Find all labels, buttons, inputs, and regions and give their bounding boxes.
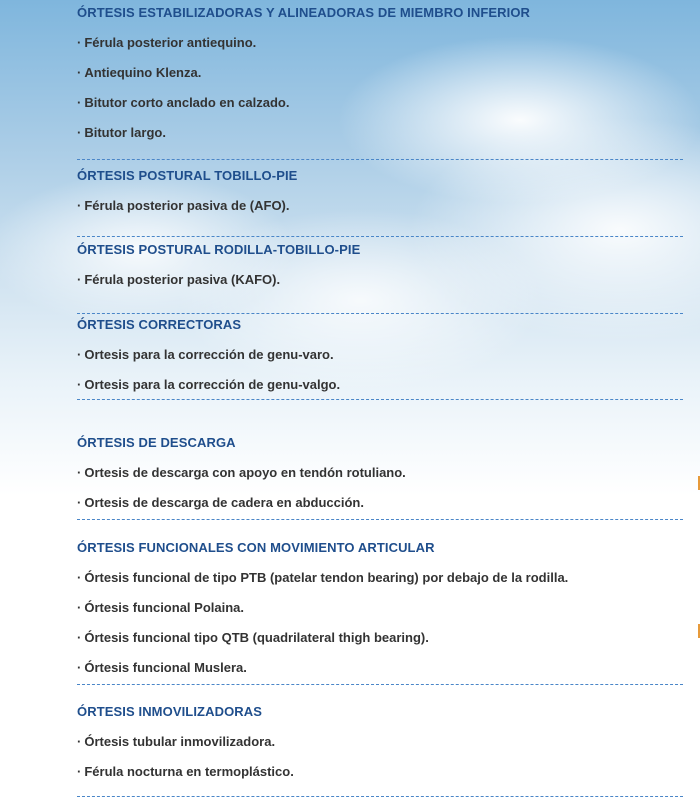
section-divider [77,159,683,160]
list-item: · Antiequino Klenza. [77,65,530,81]
bullet: · [77,764,82,779]
section-divider [77,519,683,520]
section-title: ÓRTESIS POSTURAL TOBILLO-PIE [77,168,298,183]
section-title: ÓRTESIS FUNCIONALES CON MOVIMIENTO ARTIC… [77,540,435,555]
list-item-text: Férula posterior pasiva (KAFO). [84,272,281,287]
list-item-text: Bitutor corto anclado en calzado. [84,95,290,110]
list-item: · Órtesis funcional tipo QTB (quadrilater… [77,630,568,646]
section-title: ÓRTESIS ESTABILIZADORAS Y ALINEADORAS DE… [77,5,531,20]
bullet: · [77,660,82,675]
bullet: · [77,465,82,480]
list-item: · Ortesis para la corrección de genu-varo… [77,347,340,363]
section-divider [77,796,683,797]
section-postural-tobillo-pie: ÓRTESIS POSTURAL TOBILLO-PIE · Férula pos… [77,168,297,214]
bullet: · [77,630,82,645]
list-item-text: Órtesis funcional de tipo PTB (patelar t… [84,570,569,585]
list-item-text: Férula nocturna en termoplástico. [84,764,294,779]
bullet: · [77,65,82,80]
list-item: · Ortesis de descarga de cadera en abducc… [77,495,406,511]
list-item-text: Férula posterior pasiva de (AFO). [84,198,290,213]
list-item-text: Férula posterior antiequino. [84,35,257,50]
list-item-text: Bitutor largo. [84,125,166,140]
section-inmovilizadoras: ÓRTESIS INMOVILIZADORAS · Órtesis tubular… [77,704,294,780]
bullet: · [77,495,82,510]
bullet: · [77,125,82,140]
list-item-text: Órtesis funcional Polaina. [84,600,244,615]
list-item: · Órtesis funcional de tipo PTB (patelar … [77,570,568,586]
list-item: · Órtesis funcional Polaina. [77,600,568,616]
list-item-text: Ortesis para la corrección de genu-varo. [84,347,334,362]
list-item-text: Ortesis de descarga con apoyo en tendón … [84,465,406,480]
section-correctoras: ÓRTESIS CORRECTORAS · Ortesis para la cor… [77,317,340,393]
bullet: · [77,35,82,50]
bullet: · [77,198,82,213]
list-item: · Bitutor largo. [77,125,530,141]
section-divider [77,236,683,237]
section-divider [77,313,683,314]
list-item-text: Órtesis funcional Muslera. [84,660,247,675]
section-descarga: ÓRTESIS DE DESCARGA · Ortesis de descarga… [77,435,406,511]
bullet: · [77,600,82,615]
list-item: · Férula posterior pasiva (KAFO). [77,272,360,288]
list-item: · Ortesis de descarga con apoyo en tendón… [77,465,406,481]
bullet: · [77,734,82,749]
list-item-text: Ortesis para la corrección de genu-valgo… [84,377,341,392]
list-item: · Férula posterior pasiva de (AFO). [77,198,297,214]
section-divider [77,399,683,400]
list-item-text: Ortesis de descarga de cadera en abducci… [84,495,364,510]
section-postural-rodilla-tobillo-pie: ÓRTESIS POSTURAL RODILLA-TOBILLO-PIE · Fé… [77,242,360,288]
list-item: · Órtesis funcional Muslera. [77,660,568,676]
section-funcionales: ÓRTESIS FUNCIONALES CON MOVIMIENTO ARTIC… [77,540,568,676]
list-item-text: Órtesis tubular inmovilizadora. [84,734,276,749]
section-divider [77,684,683,685]
list-item: · Férula posterior antiequino. [77,35,530,51]
section-estabilizadoras: ÓRTESIS ESTABILIZADORAS Y ALINEADORAS DE… [77,5,530,141]
section-title: ÓRTESIS INMOVILIZADORAS [77,704,263,719]
section-title: ÓRTESIS CORRECTORAS [77,317,242,332]
list-item-text: Órtesis funcional tipo QTB (quadrilatera… [84,630,429,645]
section-title: ÓRTESIS DE DESCARGA [77,435,236,450]
bullet: · [77,95,82,110]
bullet: · [77,570,82,585]
list-item: · Ortesis para la corrección de genu-valg… [77,377,340,393]
bullet: · [77,272,82,287]
list-item: · Órtesis tubular inmovilizadora. [77,734,294,750]
bullet: · [77,347,82,362]
list-item: · Férula nocturna en termoplástico. [77,764,294,780]
list-item-text: Antiequino Klenza. [84,65,202,80]
list-item: · Bitutor corto anclado en calzado. [77,95,530,111]
bullet: · [77,377,82,392]
section-title: ÓRTESIS POSTURAL RODILLA-TOBILLO-PIE [77,242,361,257]
